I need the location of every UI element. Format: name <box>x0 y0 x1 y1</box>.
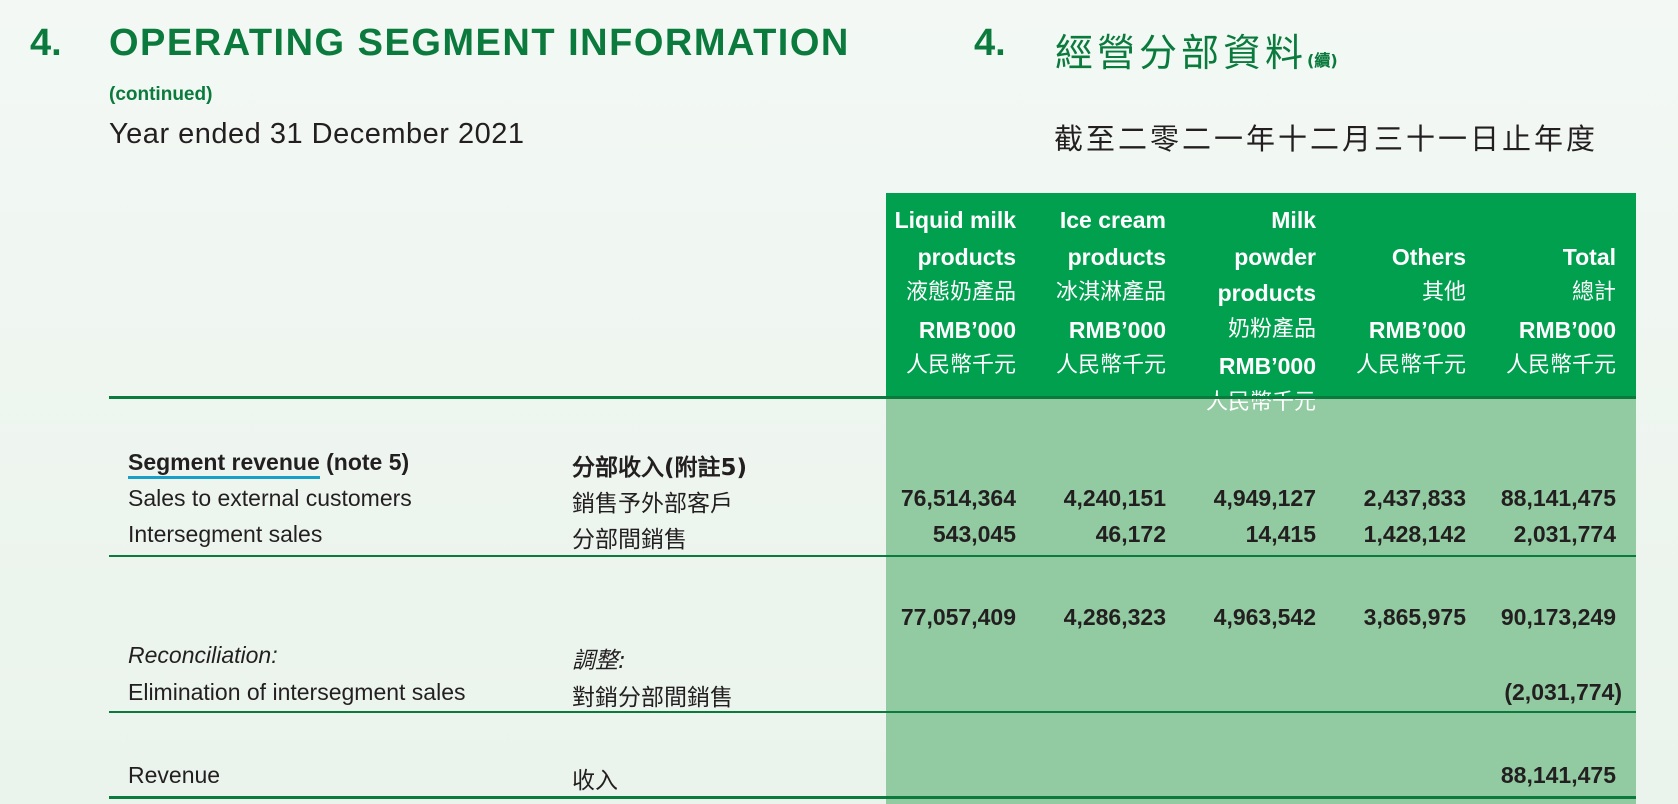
col-unit-cn: 人民幣千元 <box>1355 353 1466 378</box>
col-name-line1: Liquid milk <box>894 207 1016 233</box>
intersegment-sales-label-cn: 分部間銷售 <box>572 527 687 553</box>
revenue-total: 88,141,475 <box>1500 762 1616 788</box>
column-body-band <box>886 398 1636 804</box>
reconciliation-label-cn: 調整: <box>572 648 626 674</box>
col-name-cn: 其他 <box>1421 280 1466 305</box>
col-unit-cn: 人民幣千元 <box>1055 353 1166 378</box>
external-milk-powder: 4,949,127 <box>1213 485 1316 511</box>
section-number-cn: 4. <box>974 22 1006 64</box>
column-header-others: Others 其他 RMB’000 人民幣千元 <box>1336 202 1466 385</box>
col-unit-en: RMB’000 <box>1518 316 1616 343</box>
subtotal-others: 3,865,975 <box>1363 604 1466 630</box>
revenue-label-cn: 收入 <box>572 768 618 794</box>
elimination-label-cn: 對銷分部間銷售 <box>572 685 733 711</box>
col-name-cn: 奶粉產品 <box>1227 316 1316 342</box>
col-name-line2: Others <box>1391 243 1466 270</box>
col-unit-cn: 人民幣千元 <box>1505 353 1616 378</box>
col-name-line2: products <box>1217 280 1316 306</box>
col-name-line2: Total <box>1562 243 1616 270</box>
intersegment-milk-powder: 14,415 <box>1245 521 1316 547</box>
external-liquid-milk: 76,514,364 <box>900 485 1016 511</box>
elimination-total: (2,031,774) <box>1504 679 1622 705</box>
column-header-liquid-milk: Liquid milk products 液態奶產品 RMB’000 人民幣千元 <box>886 202 1016 385</box>
revenue-rule <box>109 796 1636 799</box>
intersegment-liquid-milk: 543,045 <box>932 521 1016 547</box>
intersegment-ice-cream: 46,172 <box>1095 521 1166 547</box>
intersegment-sales-label: Intersegment sales <box>128 521 323 547</box>
external-others: 2,437,833 <box>1363 485 1466 511</box>
column-header-total: Total 總計 RMB’000 人民幣千元 <box>1486 202 1616 385</box>
section-number: 4. <box>30 22 62 64</box>
col-name-cn: 總計 <box>1571 280 1616 305</box>
subtotal-total: 90,173,249 <box>1500 604 1616 630</box>
section-title-cn-wrap: 經營分部資料(續) <box>1055 22 1338 77</box>
subtotal-liquid-milk: 77,057,409 <box>900 604 1016 630</box>
col-name-cn: 液態奶產品 <box>905 280 1016 305</box>
subtotal-ice-cream: 4,286,323 <box>1063 604 1166 630</box>
col-name-line2: products <box>1067 243 1166 270</box>
elimination-rule <box>109 711 1636 713</box>
segment-revenue-label: Segment revenue (note 5) <box>128 449 410 479</box>
col-unit-cn: 人民幣千元 <box>905 353 1016 378</box>
col-unit-en: RMB’000 <box>1068 316 1166 343</box>
segment-revenue-link[interactable]: Segment revenue <box>128 449 320 479</box>
col-name-line1: Milk powder <box>1234 207 1316 270</box>
intersegment-others: 1,428,142 <box>1363 521 1466 547</box>
intersegment-total: 2,031,774 <box>1513 521 1616 547</box>
header-rule <box>109 396 1636 399</box>
col-name-line1 <box>1336 202 1466 239</box>
external-ice-cream: 4,240,151 <box>1063 485 1166 511</box>
col-name-line2: products <box>917 243 1016 270</box>
section-title-cn: 經營分部資料 <box>1055 31 1308 75</box>
section-title-cn-continued: (續) <box>1307 51 1338 70</box>
column-header-ice-cream: Ice cream products 冰淇淋產品 RMB’000 人民幣千元 <box>1036 202 1166 385</box>
external-sales-label: Sales to external customers <box>128 485 412 511</box>
subtotal-rule <box>109 555 1636 557</box>
external-total: 88,141,475 <box>1500 485 1616 511</box>
segment-revenue-note: (note 5) <box>319 449 410 475</box>
subtotal-milk-powder: 4,963,542 <box>1213 604 1316 630</box>
col-unit-en: RMB’000 <box>1218 353 1316 379</box>
continued-label: (continued) <box>109 84 213 105</box>
col-name-line1: Ice cream <box>1059 207 1166 233</box>
col-unit-en: RMB’000 <box>1368 316 1466 343</box>
revenue-label: Revenue <box>128 762 221 788</box>
col-unit-en: RMB’000 <box>918 316 1016 343</box>
column-header-milk-powder: Milk powder products 奶粉產品 RMB’000 人民幣千元 <box>1186 202 1316 421</box>
col-name-cn: 冰淇淋產品 <box>1055 280 1166 305</box>
external-sales-label-cn: 銷售予外部客戶 <box>572 491 733 517</box>
period-cn: 截至二零二一年十二月三十一日止年度 <box>1054 122 1599 156</box>
segment-revenue-label-cn: 分部收入(附註5) <box>572 455 748 481</box>
reconciliation-label: Reconciliation: <box>128 642 278 668</box>
period-en: Year ended 31 December 2021 <box>109 118 525 150</box>
section-title-en: OPERATING SEGMENT INFORMATION <box>109 22 850 64</box>
col-name-line1 <box>1486 202 1616 239</box>
col-unit-cn: 人民幣千元 <box>1205 389 1316 415</box>
elimination-label: Elimination of intersegment sales <box>128 679 466 705</box>
